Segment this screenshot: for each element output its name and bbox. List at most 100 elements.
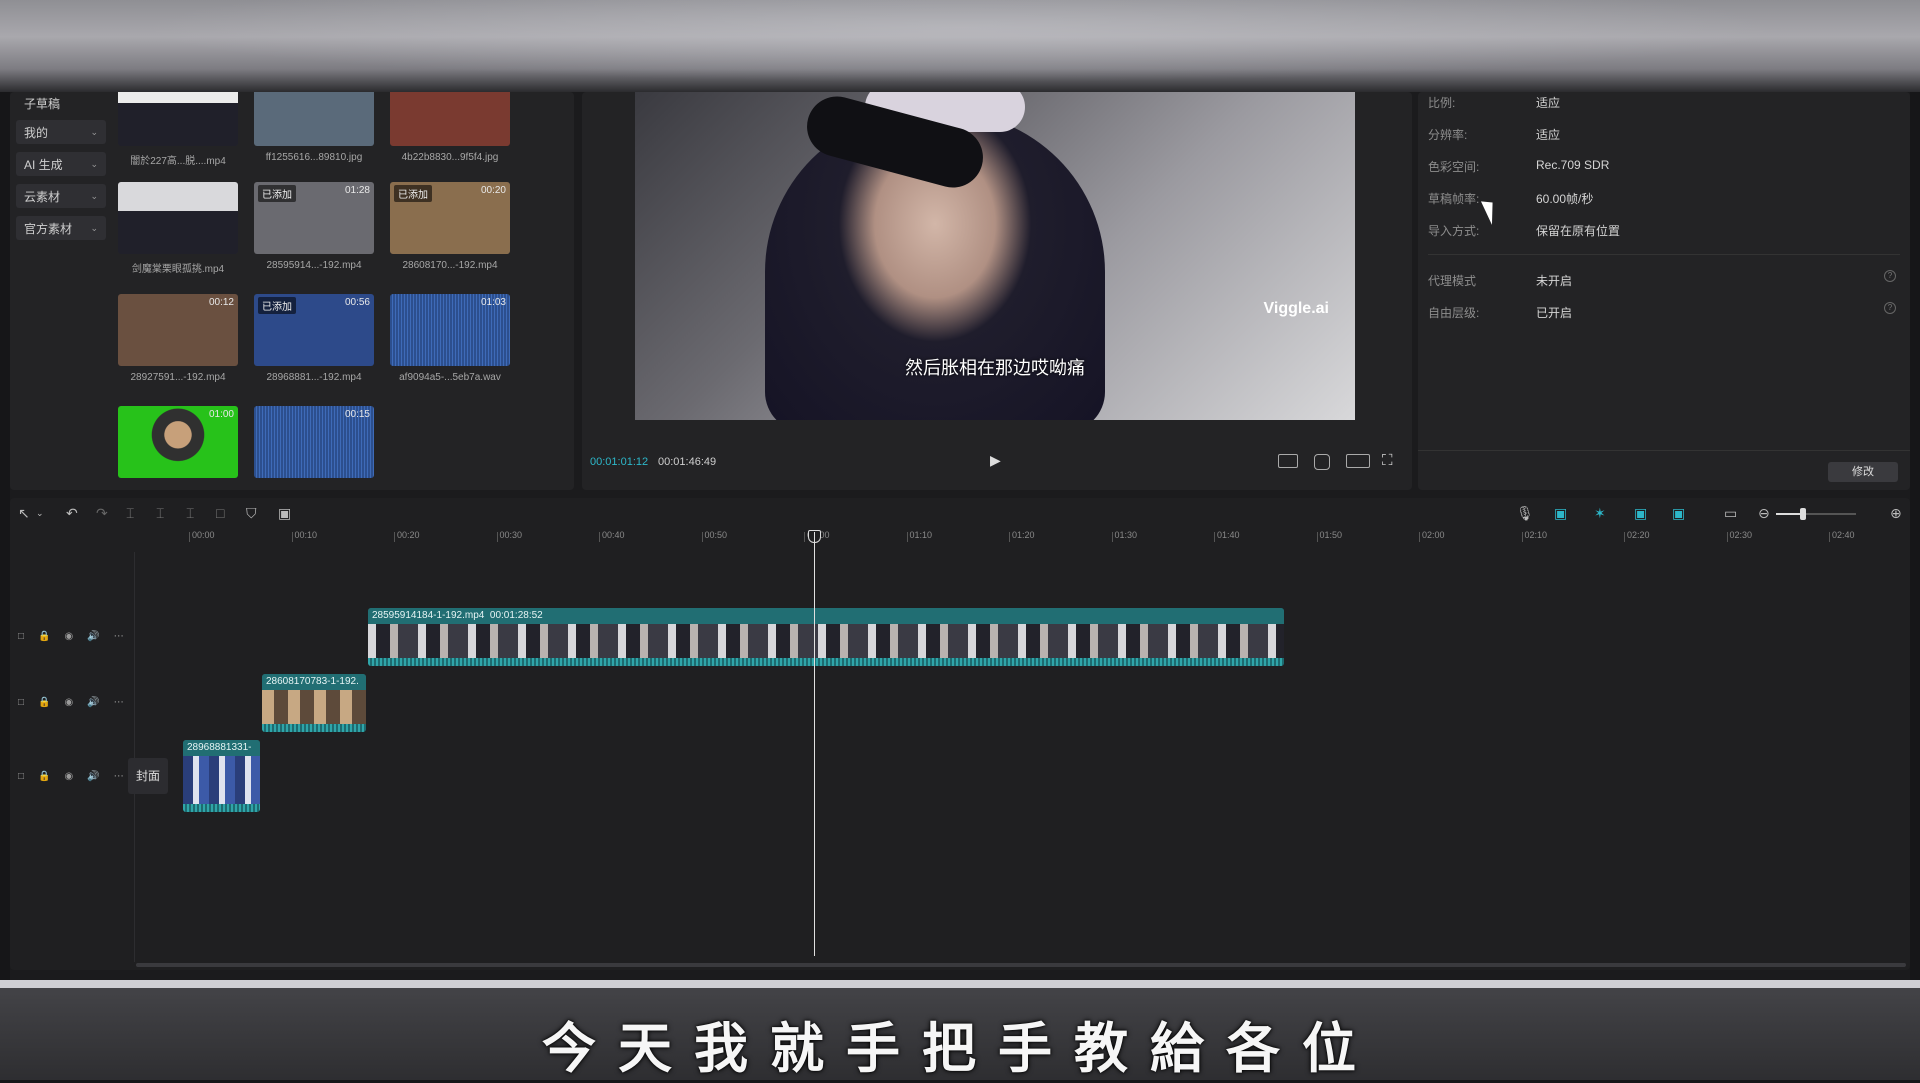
- linkage-icon[interactable]: ▣: [1672, 505, 1685, 522]
- speaker-icon[interactable]: 🔊: [87, 631, 99, 642]
- video-clip-3[interactable]: 28968881331-: [183, 740, 260, 812]
- timeline-toolbar: ↖ ⌄ ↶ ↷ ⌶ ⌶ ⌶ □ ⛉ ▣ 🎙 ▣ ✶ ▣ ▣ ▭ ⊖ ⊕: [10, 498, 1910, 528]
- speaker-icon[interactable]: 🔊: [87, 771, 99, 782]
- video-clip-2[interactable]: 28608170783-1-192.: [262, 674, 366, 732]
- media-thumbnail: 已添加 00:56: [254, 294, 374, 366]
- taskbar-strip: [0, 980, 1920, 988]
- help-icon[interactable]: ?: [1884, 302, 1896, 314]
- lock-icon[interactable]: 🔒: [38, 631, 50, 642]
- track-select-icon[interactable]: □: [18, 631, 24, 642]
- preview-axis-icon[interactable]: ▣: [1634, 505, 1647, 522]
- zoom-slider[interactable]: [1776, 508, 1856, 520]
- added-badge: 已添加: [394, 185, 432, 202]
- ruler-tick: 01:10: [906, 530, 933, 542]
- sidebar-item-official[interactable]: 官方素材 ⌄: [16, 216, 106, 240]
- media-thumbnail: 已添加 00:20: [390, 182, 510, 254]
- speaker-icon[interactable]: 🔊: [87, 697, 99, 708]
- eye-icon[interactable]: ◉: [65, 771, 74, 782]
- cover-button[interactable]: 封面: [128, 758, 168, 794]
- media-item[interactable]: 已添加 00:56 28968881...-192.mp4: [254, 294, 374, 383]
- split-icon[interactable]: ⌶: [126, 505, 134, 522]
- media-thumbnail: [254, 92, 374, 146]
- chevron-down-icon: ⌄: [90, 190, 98, 201]
- player-controls: 00:01:01:12 00:01:46:49 ▶ ⛶: [582, 448, 1412, 478]
- modify-button[interactable]: 修改: [1828, 462, 1898, 482]
- sidebar-item-sub-draft[interactable]: 子草稿: [16, 92, 106, 114]
- playhead[interactable]: [814, 532, 815, 956]
- more-icon[interactable]: ⋯: [114, 697, 124, 708]
- added-badge: 已添加: [258, 185, 296, 202]
- ruler-tick: 01:30: [1111, 530, 1138, 542]
- link-icon[interactable]: ▣: [1554, 505, 1567, 522]
- media-item[interactable]: 已添加 00:20 28608170...-192.mp4: [390, 182, 510, 271]
- microphone-icon[interactable]: 🎙: [1516, 505, 1534, 522]
- trim-right-icon[interactable]: ⌶: [186, 505, 194, 522]
- eye-icon[interactable]: ◉: [65, 631, 74, 642]
- duration-label: 01:03: [480, 297, 506, 308]
- property-value: 已开启: [1536, 306, 1573, 320]
- property-value: 未开启: [1536, 274, 1573, 288]
- media-filename: 28927591...-192.mp4: [130, 372, 226, 383]
- chevron-down-icon: ⌄: [90, 222, 98, 233]
- ratio-icon[interactable]: [1346, 454, 1370, 468]
- property-key: 代理模式: [1428, 274, 1477, 288]
- trim-left-icon[interactable]: ⌶: [156, 505, 164, 522]
- ruler-tick: 01:20: [1009, 530, 1035, 542]
- track-header-divider: [134, 552, 135, 962]
- zoom-out-icon[interactable]: ⊖: [1758, 505, 1770, 522]
- sidebar-item-cloud[interactable]: 云素材 ⌄: [16, 184, 106, 208]
- play-icon[interactable]: ▶: [990, 452, 1001, 469]
- shield-icon[interactable]: ⛉: [246, 505, 257, 522]
- delete-icon[interactable]: □: [216, 505, 224, 521]
- timeline-ruler[interactable]: 00:0000:1000:2000:3000:4000:5001:0001:10…: [182, 530, 1902, 544]
- media-item[interactable]: 00:12 28927591...-192.mp4: [118, 294, 238, 383]
- lock-icon[interactable]: 🔒: [38, 697, 50, 708]
- track-select-icon[interactable]: □: [18, 697, 24, 708]
- property-key: 导入方式:: [1428, 224, 1480, 238]
- blurred-top-banner: [0, 0, 1920, 92]
- current-time: 00:01:01:12: [590, 456, 649, 468]
- media-filename: 28968881...-192.mp4: [266, 372, 362, 383]
- undo-icon[interactable]: ↶: [66, 505, 78, 522]
- help-icon[interactable]: ?: [1884, 270, 1896, 282]
- crop-icon[interactable]: ▣: [278, 505, 291, 522]
- fullscreen-icon[interactable]: ⛶: [1382, 452, 1393, 469]
- more-icon[interactable]: ⋯: [114, 771, 124, 782]
- property-row: 导入方式: 保留在原有位置: [1428, 222, 1620, 239]
- timeline-scrollbar[interactable]: [136, 963, 1906, 967]
- media-item[interactable]: 剑魔棠栗眼孤挑.mp4: [118, 182, 238, 275]
- original-view-icon[interactable]: [1278, 454, 1298, 468]
- zoom-in-icon[interactable]: ⊕: [1890, 505, 1902, 522]
- property-value: 适应: [1536, 96, 1561, 110]
- sidebar-item-mine[interactable]: 我的 ⌄: [16, 120, 106, 144]
- monitor-icon[interactable]: ▭: [1724, 505, 1737, 522]
- media-item[interactable]: 已添加 01:28 28595914...-192.mp4: [254, 182, 374, 271]
- track-select-icon[interactable]: □: [18, 771, 24, 782]
- sidebar-item-ai[interactable]: AI 生成 ⌄: [16, 152, 106, 176]
- eye-icon[interactable]: ◉: [65, 697, 74, 708]
- audio-waveform: [183, 804, 260, 812]
- media-item[interactable]: ff1255616...89810.jpg: [254, 92, 374, 163]
- total-time: 00:01:46:49: [658, 456, 717, 468]
- snap-icon[interactable]: ✶: [1594, 505, 1606, 522]
- media-item[interactable]: 00:18 闇於227高...脱....mp4: [118, 92, 238, 167]
- player-panel: Viggle.ai 然后胀相在那边哎呦痛 00:01:01:12 00:01:4…: [582, 92, 1412, 490]
- redo-icon[interactable]: ↷: [96, 505, 108, 522]
- more-icon[interactable]: ⋯: [114, 631, 124, 642]
- video-preview[interactable]: Viggle.ai 然后胀相在那边哎呦痛: [635, 92, 1355, 420]
- lock-icon[interactable]: 🔒: [38, 771, 50, 782]
- media-item[interactable]: 4b22b8830...9f5f4.jpg: [390, 92, 510, 163]
- track-controls: □ 🔒 ◉ 🔊 ⋯: [10, 626, 134, 646]
- media-filename: 闇於227高...脱....mp4: [130, 156, 226, 167]
- select-tool-icon[interactable]: ↖: [18, 505, 30, 522]
- screenshot-icon[interactable]: [1314, 454, 1330, 470]
- property-row: 色彩空间: Rec.709 SDR: [1428, 158, 1609, 175]
- video-clip-main[interactable]: 28595914184-1-192.mp4 00:01:28:52: [368, 608, 1284, 666]
- media-item[interactable]: 00:15: [254, 406, 374, 478]
- chevron-down-icon[interactable]: ⌄: [36, 508, 44, 519]
- media-item[interactable]: 01:03 af9094a5-...5eb7a.wav: [390, 294, 510, 383]
- media-filename: 28608170...-192.mp4: [402, 260, 498, 271]
- zoom-slider-handle[interactable]: [1800, 508, 1806, 520]
- media-item[interactable]: 01:00: [118, 406, 238, 478]
- property-row: 自由层级: 已开启: [1428, 304, 1572, 321]
